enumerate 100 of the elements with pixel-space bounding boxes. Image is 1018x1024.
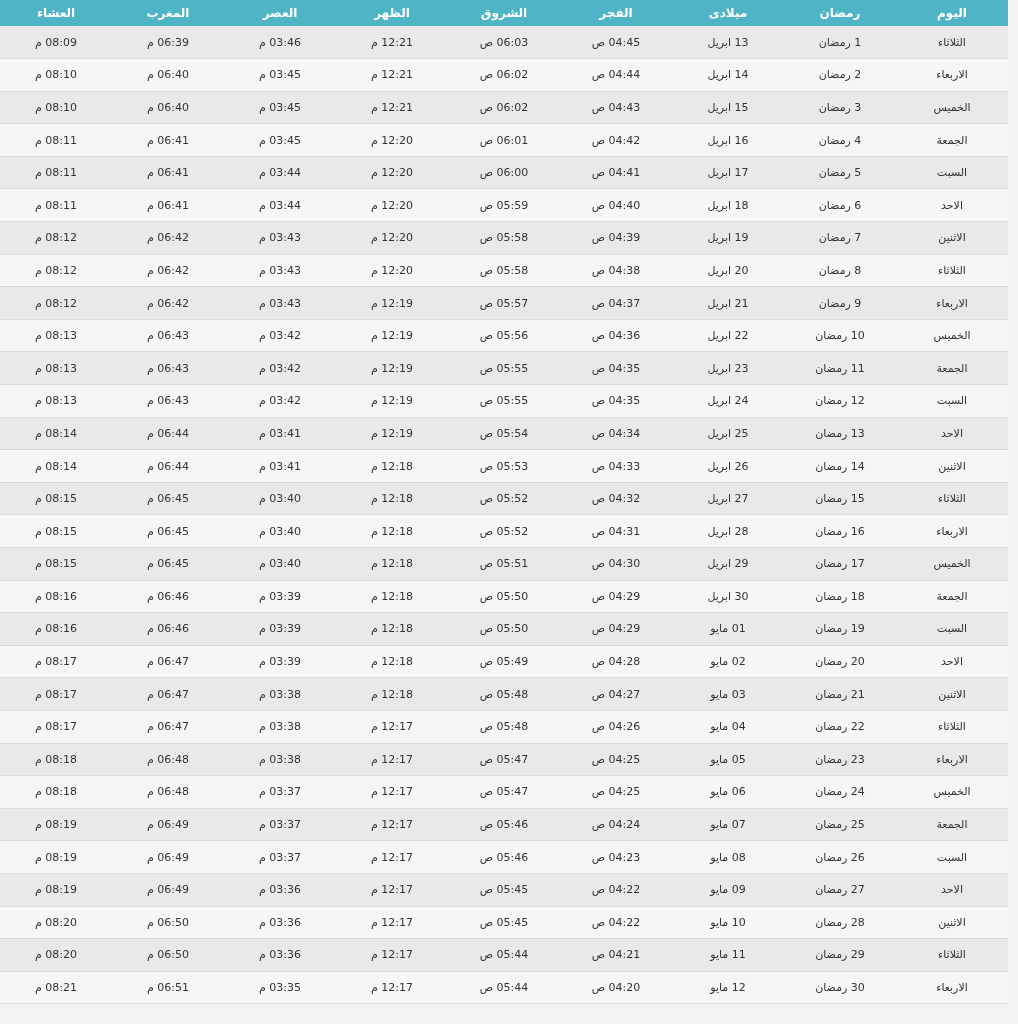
table-cell: 03:46 م bbox=[224, 26, 336, 59]
table-cell: 24 ابريل bbox=[672, 384, 784, 418]
table-cell: 04:22 ص bbox=[560, 906, 672, 939]
table-cell: 03:43 م bbox=[224, 254, 336, 287]
table-cell: الاحد bbox=[896, 645, 1008, 678]
table-cell: 30 ابريل bbox=[672, 580, 784, 613]
table-cell: 12:18 م bbox=[336, 449, 448, 483]
column-header: الظهر bbox=[336, 0, 448, 26]
table-cell: 23 رمضان bbox=[784, 743, 896, 776]
table-cell: 05:52 ص bbox=[448, 514, 560, 548]
table-cell: 03:43 م bbox=[224, 221, 336, 255]
table-cell: 08:21 م bbox=[0, 971, 112, 1004]
table-cell: 05:46 ص bbox=[448, 808, 560, 841]
table-cell: 08:14 م bbox=[0, 417, 112, 450]
table-cell: 08:15 م bbox=[0, 482, 112, 515]
table-cell: 08:19 م bbox=[0, 840, 112, 874]
table-cell: الاربعاء bbox=[896, 514, 1008, 548]
table-cell: 08:20 م bbox=[0, 938, 112, 972]
table-cell: 04:29 ص bbox=[560, 580, 672, 613]
table-cell: 05:58 ص bbox=[448, 254, 560, 287]
table-cell: 29 رمضان bbox=[784, 938, 896, 972]
table-cell: الثلاثاء bbox=[896, 26, 1008, 59]
table-cell: 06:45 م bbox=[112, 547, 224, 581]
table-cell: 04:27 ص bbox=[560, 677, 672, 711]
table-cell: 26 ابريل bbox=[672, 449, 784, 483]
table-cell: 12:18 م bbox=[336, 677, 448, 711]
table-cell: الجمعة bbox=[896, 123, 1008, 157]
table-cell: 17 ابريل bbox=[672, 156, 784, 189]
table-cell: 03:43 م bbox=[224, 286, 336, 320]
table-cell: 12:17 م bbox=[336, 808, 448, 841]
table-cell: 06:02 ص bbox=[448, 91, 560, 124]
table-cell: 21 رمضان bbox=[784, 677, 896, 711]
table-cell: 03:41 م bbox=[224, 449, 336, 483]
table-cell: 06:51 م bbox=[112, 971, 224, 1004]
table-cell: 03:36 م bbox=[224, 873, 336, 907]
table-cell: 04:35 ص bbox=[560, 351, 672, 385]
table-cell: 04:34 ص bbox=[560, 417, 672, 450]
table-cell: 03:38 م bbox=[224, 743, 336, 776]
table-cell: 04:20 ص bbox=[560, 971, 672, 1004]
table-cell: الخميس bbox=[896, 91, 1008, 124]
table-cell: 12:17 م bbox=[336, 873, 448, 907]
table-cell: 05:46 ص bbox=[448, 840, 560, 874]
table-cell: 12:20 م bbox=[336, 221, 448, 255]
table-cell: 06:47 م bbox=[112, 645, 224, 678]
table-cell: 08:09 م bbox=[0, 26, 112, 59]
table-cell: 28 رمضان bbox=[784, 906, 896, 939]
table-cell: 06:49 م bbox=[112, 840, 224, 874]
table-cell: الاثنين bbox=[896, 449, 1008, 483]
table-cell: 08:19 م bbox=[0, 873, 112, 907]
table-cell: الاثنين bbox=[896, 221, 1008, 255]
table-cell: 08:12 م bbox=[0, 254, 112, 287]
table-cell: 08:13 م bbox=[0, 351, 112, 385]
table-cell: 12:19 م bbox=[336, 417, 448, 450]
table-cell: 25 رمضان bbox=[784, 808, 896, 841]
table-cell: 06:43 م bbox=[112, 384, 224, 418]
table-cell: الاحد bbox=[896, 188, 1008, 222]
table-cell: 03:36 م bbox=[224, 906, 336, 939]
table-cell: 06:41 م bbox=[112, 188, 224, 222]
table-cell: 05:47 ص bbox=[448, 775, 560, 809]
table-cell: 03:37 م bbox=[224, 840, 336, 874]
table-cell: 06:03 ص bbox=[448, 26, 560, 59]
table-cell: 04:40 ص bbox=[560, 188, 672, 222]
table-cell: الجمعة bbox=[896, 580, 1008, 613]
table-cell: 12:19 م bbox=[336, 351, 448, 385]
table-cell: 06:00 ص bbox=[448, 156, 560, 189]
column-header: ميلادى bbox=[672, 0, 784, 26]
table-cell: 20 رمضان bbox=[784, 645, 896, 678]
table-cell: 22 رمضان bbox=[784, 710, 896, 744]
table-cell: 06:45 م bbox=[112, 514, 224, 548]
table-cell: 08:13 م bbox=[0, 319, 112, 352]
table-cell: 05:48 ص bbox=[448, 710, 560, 744]
table-cell: 16 ابريل bbox=[672, 123, 784, 157]
table-cell: الاربعاء bbox=[896, 971, 1008, 1004]
table-cell: الثلاثاء bbox=[896, 254, 1008, 287]
table-cell: 12:17 م bbox=[336, 906, 448, 939]
table-cell: 29 ابريل bbox=[672, 547, 784, 581]
table-cell: 04:44 ص bbox=[560, 58, 672, 92]
table-cell: 06:40 م bbox=[112, 91, 224, 124]
table-cell: 06:46 م bbox=[112, 580, 224, 613]
table-cell: الخميس bbox=[896, 547, 1008, 581]
table-cell: 25 ابريل bbox=[672, 417, 784, 450]
table-cell: 03:38 م bbox=[224, 677, 336, 711]
table-cell: 05:55 ص bbox=[448, 384, 560, 418]
table-cell: 05:45 ص bbox=[448, 873, 560, 907]
table-cell: 15 ابريل bbox=[672, 91, 784, 124]
table-cell: 3 رمضان bbox=[784, 91, 896, 124]
table-cell: 13 ابريل bbox=[672, 26, 784, 59]
table-cell: 04:36 ص bbox=[560, 319, 672, 352]
table-cell: 06 مايو bbox=[672, 775, 784, 809]
table-cell: 22 ابريل bbox=[672, 319, 784, 352]
table-cell: 05:48 ص bbox=[448, 677, 560, 711]
table-cell: 06:44 م bbox=[112, 449, 224, 483]
table-cell: 2 رمضان bbox=[784, 58, 896, 92]
table-cell: 04:28 ص bbox=[560, 645, 672, 678]
table-cell: 08:19 م bbox=[0, 808, 112, 841]
table-cell: 12:18 م bbox=[336, 482, 448, 515]
table-cell: 12:18 م bbox=[336, 514, 448, 548]
table-cell: الاربعاء bbox=[896, 286, 1008, 320]
table-cell: 08 مايو bbox=[672, 840, 784, 874]
table-cell: الخميس bbox=[896, 775, 1008, 809]
